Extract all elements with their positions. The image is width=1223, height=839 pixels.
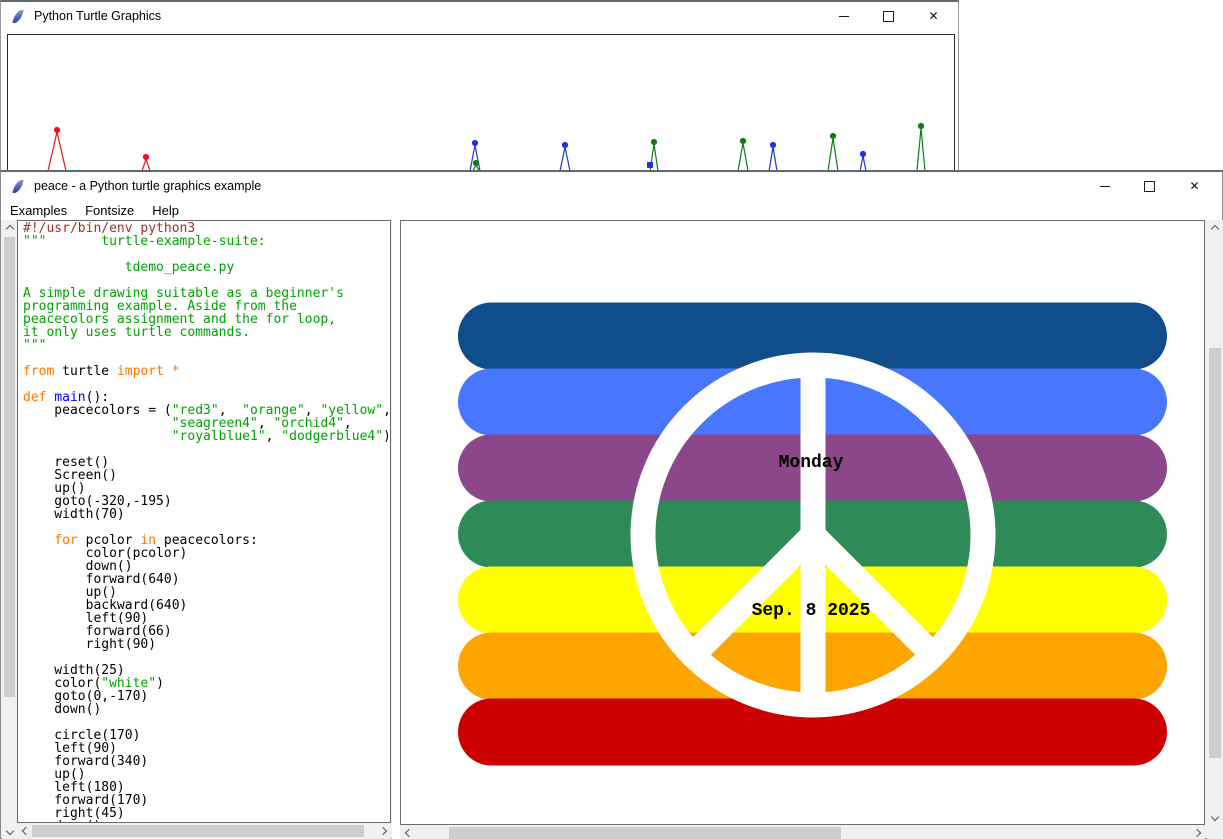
code-line: """ turtle-example-suite: bbox=[23, 235, 390, 248]
scroll-down-button[interactable] bbox=[2, 824, 17, 839]
code-vertical-scrollbar[interactable] bbox=[2, 220, 17, 839]
code-line: "royalblue1", "dodgerblue4") bbox=[23, 430, 390, 443]
back-turtle-canvas bbox=[7, 34, 955, 177]
front-window-title: peace - a Python turtle graphics example bbox=[34, 179, 261, 193]
turtle-tree bbox=[738, 138, 748, 171]
canvas-hscroll-thumb[interactable] bbox=[449, 827, 841, 839]
close-button[interactable]: ✕ bbox=[911, 2, 956, 30]
canvas-text-label: Monday bbox=[779, 453, 844, 473]
chevron-up-icon bbox=[5, 224, 13, 232]
front-window-controls: ✕ bbox=[1082, 172, 1222, 200]
code-line: width(70) bbox=[23, 508, 390, 521]
code-vscroll-thumb[interactable] bbox=[4, 237, 15, 697]
back-window: Python Turtle Graphics ✕ bbox=[0, 0, 959, 175]
menu-help[interactable]: Help bbox=[143, 201, 188, 220]
front-titlebar[interactable]: peace - a Python turtle graphics example… bbox=[1, 172, 1222, 200]
canvas-text-label: Sep. 8 2025 bbox=[752, 601, 871, 621]
turtle-tree bbox=[917, 123, 925, 171]
minimize-button[interactable] bbox=[821, 2, 866, 30]
turtle-tree bbox=[828, 133, 838, 171]
menubar: Examples Fontsize Help bbox=[1, 200, 1222, 220]
chevron-right-icon bbox=[1192, 829, 1200, 837]
minimize-icon bbox=[839, 16, 849, 17]
code-line: it only uses turtle commands. bbox=[23, 326, 390, 339]
scroll-left-button[interactable] bbox=[400, 825, 415, 839]
code-line: tdemo_peace.py bbox=[23, 261, 390, 274]
canvas-horizontal-scrollbar[interactable] bbox=[400, 825, 1205, 839]
desktop: Python Turtle Graphics ✕ peace - a Pytho… bbox=[0, 0, 1223, 839]
source-code-view[interactable]: #!/usr/bin/env python3""" turtle-example… bbox=[17, 220, 391, 823]
scroll-left-button[interactable] bbox=[17, 823, 32, 839]
turtle-trees-drawing bbox=[8, 35, 952, 174]
turtle-tree bbox=[860, 151, 866, 171]
chevron-left-icon bbox=[404, 829, 412, 837]
tk-feather-icon bbox=[12, 8, 23, 24]
canvas-vscroll-thumb[interactable] bbox=[1209, 348, 1221, 758]
minimize-button[interactable] bbox=[1082, 172, 1127, 200]
back-window-title: Python Turtle Graphics bbox=[34, 9, 161, 23]
maximize-icon bbox=[883, 11, 894, 22]
scrollbar-corner bbox=[1207, 825, 1223, 839]
code-horizontal-scrollbar[interactable] bbox=[17, 823, 391, 839]
chevron-right-icon bbox=[378, 827, 386, 835]
chevron-down-icon bbox=[1211, 812, 1219, 820]
chevron-left-icon bbox=[21, 827, 29, 835]
turtle-tree bbox=[48, 127, 66, 171]
maximize-button[interactable] bbox=[866, 2, 911, 30]
chevron-up-icon bbox=[1211, 224, 1219, 232]
scroll-up-button[interactable] bbox=[1207, 220, 1223, 235]
scroll-up-button[interactable] bbox=[2, 220, 17, 235]
demo-content: #!/usr/bin/env python3""" turtle-example… bbox=[1, 220, 1222, 838]
pane-divider[interactable] bbox=[392, 220, 400, 839]
close-icon: ✕ bbox=[1189, 179, 1199, 193]
scroll-right-button[interactable] bbox=[1190, 825, 1205, 839]
back-window-controls: ✕ bbox=[821, 2, 961, 30]
front-window: peace - a Python turtle graphics example… bbox=[0, 170, 1223, 839]
maximize-button[interactable] bbox=[1127, 172, 1172, 200]
turtle-mark bbox=[647, 162, 653, 168]
peace-drawing: Monday Sep. 8 2025 bbox=[401, 221, 1204, 824]
chevron-down-icon bbox=[5, 826, 13, 834]
code-line: from turtle import * bbox=[23, 365, 390, 378]
tk-feather-icon bbox=[12, 178, 23, 194]
canvas-vertical-scrollbar[interactable] bbox=[1207, 220, 1223, 825]
code-line: right(90) bbox=[23, 638, 390, 651]
turtle-tree bbox=[769, 142, 777, 171]
scroll-down-button[interactable] bbox=[1207, 810, 1223, 825]
turtle-tree bbox=[142, 154, 150, 171]
turtle-tree bbox=[560, 142, 570, 171]
scroll-right-button[interactable] bbox=[376, 823, 391, 839]
code-line: down() bbox=[23, 703, 390, 716]
menu-examples[interactable]: Examples bbox=[1, 201, 76, 220]
code-hscroll-thumb[interactable] bbox=[32, 825, 364, 837]
code-line: """ bbox=[23, 339, 390, 352]
menu-fontsize[interactable]: Fontsize bbox=[76, 201, 143, 220]
close-icon: ✕ bbox=[928, 9, 938, 23]
minimize-icon bbox=[1100, 186, 1110, 187]
back-titlebar[interactable]: Python Turtle Graphics ✕ bbox=[1, 2, 958, 30]
turtle-graphics-canvas: Monday Sep. 8 2025 bbox=[400, 220, 1205, 825]
maximize-icon bbox=[1144, 181, 1155, 192]
close-button[interactable]: ✕ bbox=[1172, 172, 1217, 200]
